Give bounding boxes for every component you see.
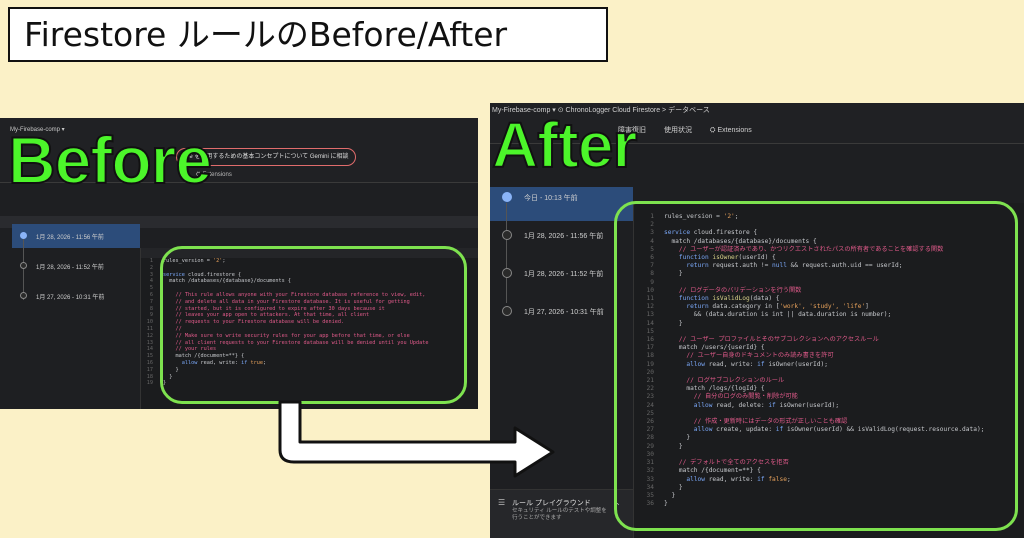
timeline-line xyxy=(506,203,507,303)
history-dot-icon xyxy=(20,262,27,269)
line-number: 1 xyxy=(149,258,153,264)
line-number: 16 xyxy=(146,359,153,366)
line-number: 8 xyxy=(149,305,153,312)
history-dot-icon xyxy=(20,232,27,239)
line-number: 12 xyxy=(146,332,153,339)
history-dot-icon xyxy=(502,268,512,278)
playground-title: ルール プレイグラウンド xyxy=(512,500,591,507)
arrow-icon xyxy=(278,400,555,478)
history-item[interactable]: 1月 28, 2026 - 11:56 午前 xyxy=(36,232,104,241)
line-number: 17 xyxy=(146,366,153,373)
after-label: After xyxy=(491,108,638,182)
line-number: 2 xyxy=(149,264,153,271)
history-dot-icon xyxy=(20,292,27,299)
line-number: 9 xyxy=(149,312,153,319)
playground-description: セキュリティ ルールのテストや調整を行うことができます xyxy=(512,508,607,521)
rules-playground-panel[interactable]: ☰ ルール プレイグラウンド セキュリティ ルールのテストや調整を行うことができ… xyxy=(490,489,633,538)
highlight-frame-before xyxy=(160,246,467,404)
history-item[interactable]: 1月 28, 2026 - 11:56 午前 xyxy=(524,231,603,241)
history-item[interactable]: 1月 27, 2026 - 10:31 午前 xyxy=(36,292,104,301)
history-item[interactable]: 今日 - 10:13 午前 xyxy=(524,193,578,203)
line-number: 4 xyxy=(149,278,153,285)
line-number: 6 xyxy=(149,291,153,298)
line-number: 13 xyxy=(146,339,153,346)
before-label: Before xyxy=(7,122,213,198)
page-title: Firestore ルールのBefore/After xyxy=(8,7,608,62)
line-number: 11 xyxy=(146,325,153,332)
tab-extensions-label: Extensions xyxy=(717,127,752,134)
history-item[interactable]: 1月 28, 2026 - 11:52 午前 xyxy=(524,269,603,279)
playground-icon: ☰ xyxy=(498,498,506,507)
history-item[interactable]: 1月 28, 2026 - 11:52 午前 xyxy=(36,262,104,271)
history-dot-icon xyxy=(502,192,512,202)
tab-extensions[interactable]: ⛭ Extensions xyxy=(710,127,768,134)
highlight-frame-after xyxy=(614,201,1018,531)
history-dot-icon xyxy=(502,306,512,316)
tab-usage[interactable]: 使用状況 xyxy=(664,127,692,134)
line-number: 3 xyxy=(149,271,153,278)
line-number: 15 xyxy=(146,353,153,360)
line-number: 7 xyxy=(149,298,153,305)
tab-bar: 障害復旧 使用状況 ⛭ Extensions xyxy=(618,125,784,135)
history-dot-icon xyxy=(502,230,512,240)
line-number: 5 xyxy=(149,285,153,292)
line-number: 10 xyxy=(146,319,153,326)
line-number: 14 xyxy=(146,346,153,353)
history-item[interactable]: 1月 27, 2026 - 10:31 午前 xyxy=(524,307,604,317)
line-number: 18 xyxy=(146,373,153,380)
line-number: 19 xyxy=(146,380,153,387)
